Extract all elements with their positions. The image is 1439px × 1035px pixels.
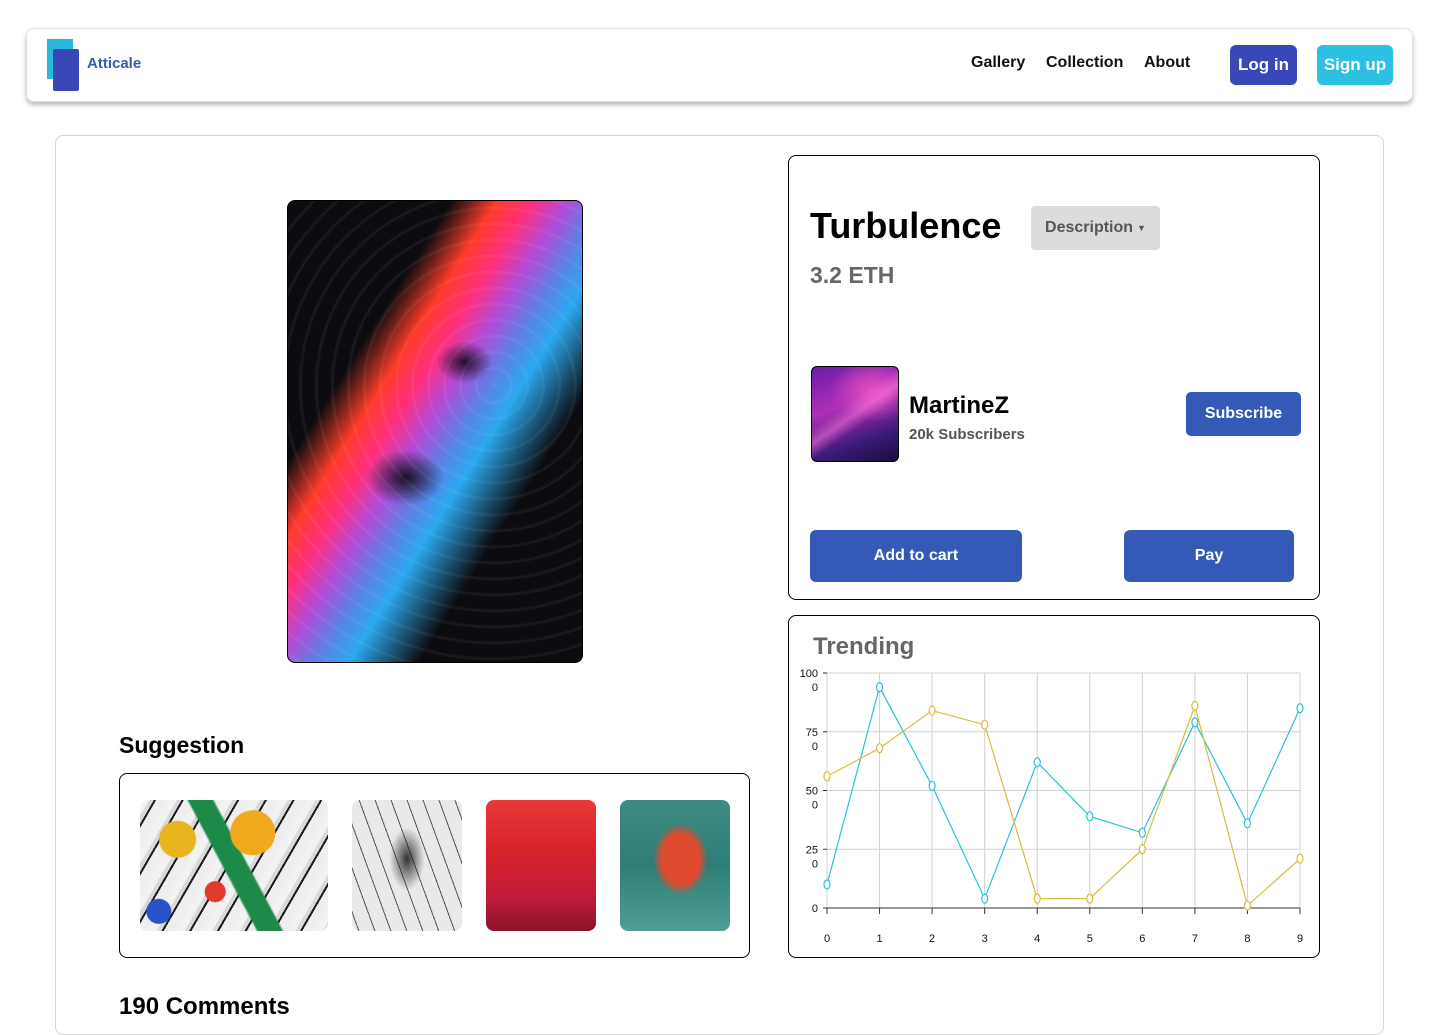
chart-y-tick-label: 75 [806, 727, 818, 739]
chart-point-series-1 [1033, 757, 1041, 768]
add-to-cart-button[interactable]: Add to cart [810, 530, 1022, 582]
chart-series-line-2 [826, 703, 1301, 907]
suggestion-thumbnail-2[interactable] [352, 800, 462, 931]
subscriber-count: 20k Subscribers [909, 426, 1025, 443]
chart-x-tick-label: 2 [929, 933, 935, 945]
chart-point-series-1 [823, 879, 831, 890]
chart-point-series-2 [823, 771, 831, 782]
nav-link-gallery[interactable]: Gallery [971, 54, 1025, 72]
chart-point-series-2 [1033, 893, 1041, 904]
pay-button[interactable]: Pay [1124, 530, 1294, 582]
chart-point-series-2 [1086, 893, 1094, 904]
chart-x-tick-label: 1 [876, 933, 882, 945]
chart-x-tick-label: 3 [982, 933, 988, 945]
chart-point-series-1 [981, 893, 989, 904]
comments-heading: 190 Comments [119, 993, 290, 1020]
artwork-image[interactable] [287, 200, 583, 663]
chart-point-series-1 [1296, 703, 1304, 714]
suggestion-thumbnail-4[interactable] [620, 800, 730, 931]
nav-link-about[interactable]: About [1144, 54, 1190, 72]
chart-point-series-2 [981, 719, 989, 730]
artwork-price: 3.2 ETH [810, 262, 895, 288]
chart-point-series-2 [1243, 900, 1252, 911]
brand-name[interactable]: Atticale [87, 55, 141, 72]
chart-point-series-1 [1086, 811, 1094, 822]
top-nav: Atticale Gallery Collection About Log in… [26, 28, 1413, 102]
chart-point-series-2 [1296, 853, 1304, 864]
chart-point-series-2 [875, 743, 884, 754]
chart-point-series-1 [1191, 717, 1199, 728]
chart-y-tick-label: 50 [806, 786, 818, 798]
chart-x-tick-label: 0 [824, 933, 830, 945]
login-button[interactable]: Log in [1230, 45, 1297, 85]
chart-point-series-2 [1138, 844, 1146, 855]
subscribe-button[interactable]: Subscribe [1186, 392, 1301, 436]
chart-x-tick-label: 5 [1087, 933, 1093, 945]
logo-icon[interactable] [47, 39, 81, 93]
suggestion-thumbnail-3[interactable] [486, 800, 596, 931]
caret-down-icon: ▼ [1137, 223, 1146, 233]
suggestion-heading: Suggestion [119, 732, 245, 758]
chart-y-tick-label: 0 [812, 800, 818, 812]
chart-point-series-1 [1243, 818, 1252, 829]
chart-y-tick-label: 0 [812, 682, 818, 694]
chart-point-series-1 [875, 681, 884, 693]
description-label: Description [1045, 219, 1134, 236]
creator-name[interactable]: MartineZ [909, 392, 1009, 420]
chart-y-tick-label: 0 [812, 741, 818, 753]
chart-y-tick-label: 25 [806, 844, 818, 856]
chart-point-series-2 [1191, 700, 1199, 712]
chart-x-tick-label: 6 [1139, 933, 1145, 945]
chart-y-tick-label: 0 [812, 858, 818, 870]
suggestion-thumbnail-1[interactable] [140, 800, 328, 931]
chart-point-series-1 [928, 780, 936, 791]
chart-x-tick-label: 4 [1034, 933, 1040, 945]
chart-x-tick-label: 9 [1297, 933, 1303, 945]
chart-series-line-1 [826, 685, 1301, 901]
chart-y-tick-label: 100 [800, 668, 818, 680]
creator-avatar[interactable] [811, 366, 899, 462]
nav-link-collection[interactable]: Collection [1046, 54, 1123, 72]
signup-button[interactable]: Sign up [1317, 45, 1393, 85]
chart-point-series-2 [928, 705, 936, 716]
artwork-title: Turbulence [810, 205, 1002, 246]
trending-chart: 100 0 75 0 50 0 25 0 0 0 1 2 3 4 5 6 7 8 9 [800, 668, 1304, 945]
chart-point-series-1 [1138, 827, 1146, 838]
chart-x-tick-label: 8 [1244, 933, 1250, 945]
chart-y-tick-label: 0 [812, 903, 818, 915]
description-dropdown[interactable]: Description ▼ [1031, 206, 1160, 250]
chart-x-tick-label: 7 [1192, 933, 1198, 945]
